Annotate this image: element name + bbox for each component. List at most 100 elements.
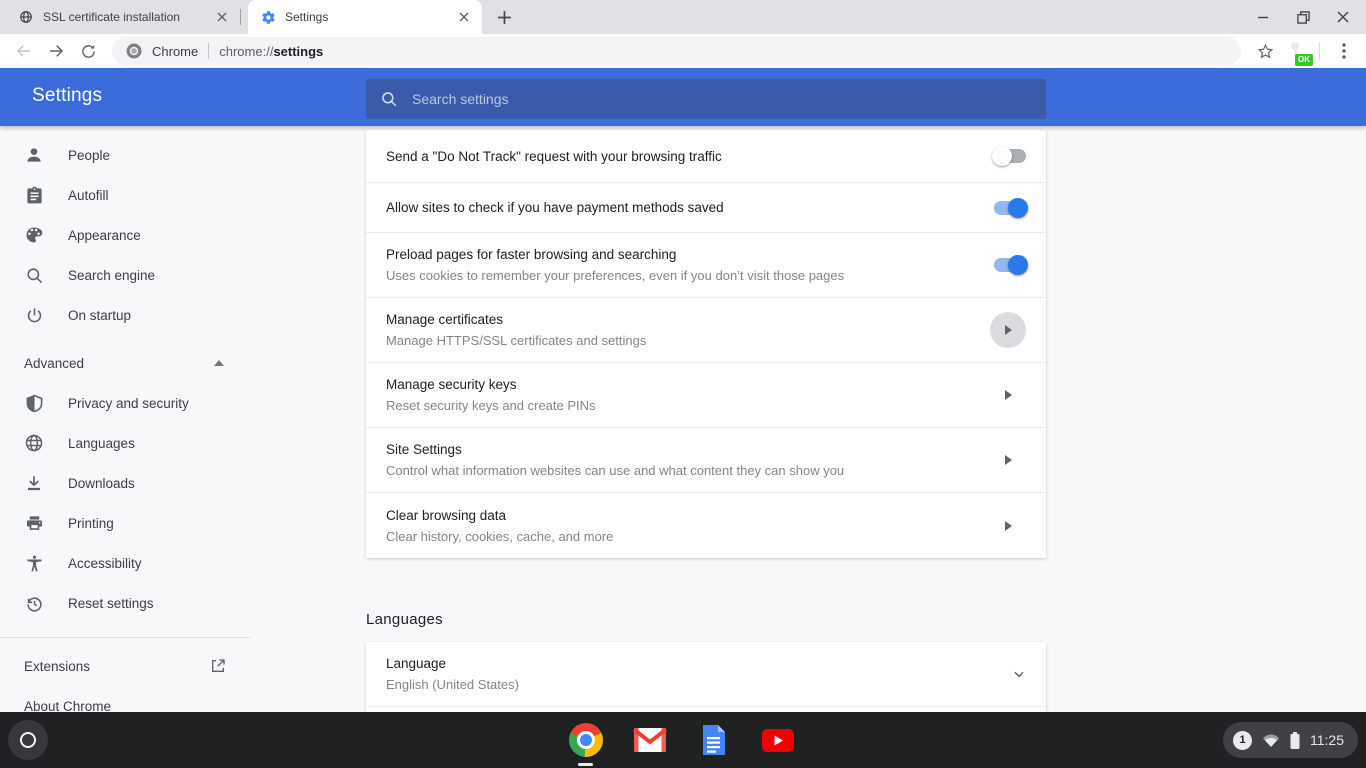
sidebar-item-languages[interactable]: Languages [0, 423, 250, 463]
url-brand: Chrome [152, 44, 198, 59]
advanced-label: Advanced [24, 356, 84, 371]
youtube-app-icon[interactable] [760, 722, 796, 758]
settings-sidebar: People Autofill Appearance Search engine [0, 126, 250, 712]
sidebar-item-label: Appearance [68, 228, 141, 243]
sidebar-item-label: On startup [68, 308, 131, 323]
sidebar-item-about-chrome[interactable]: About Chrome [0, 686, 250, 712]
sidebar-divider [0, 637, 250, 638]
row-subtitle: English (United States) [386, 677, 992, 692]
sidebar-item-autofill[interactable]: Autofill [0, 175, 250, 215]
notification-count-badge: 1 [1233, 731, 1252, 750]
toolbar-separator [1319, 42, 1320, 60]
clipboard-icon [22, 186, 46, 205]
google-docs-app-icon[interactable] [696, 722, 732, 758]
minimize-icon[interactable] [1250, 4, 1276, 30]
browser-menu-icon[interactable] [1330, 37, 1358, 65]
sidebar-item-label: Reset settings [68, 596, 154, 611]
subpage-arrow-icon[interactable] [1005, 455, 1012, 465]
chrome-logo-icon [126, 43, 142, 59]
sidebar-item-accessibility[interactable]: Accessibility [0, 543, 250, 583]
row-payment-methods[interactable]: Allow sites to check if you have payment… [366, 183, 1046, 233]
search-placeholder: Search settings [412, 91, 509, 107]
row-manage-certificates[interactable]: Manage certificates Manage HTTPS/SSL cer… [366, 298, 1046, 363]
back-icon[interactable] [10, 37, 38, 65]
reload-icon[interactable] [74, 37, 102, 65]
chromeos-screen: SSL certificate installation Settings [0, 0, 1366, 768]
row-language[interactable]: Language English (United States) [366, 642, 1046, 707]
globe-icon [18, 9, 34, 25]
url-separator [208, 43, 209, 59]
status-tray[interactable]: 1 11:25 [1223, 722, 1358, 758]
palette-icon [22, 225, 46, 245]
forward-icon[interactable] [42, 37, 70, 65]
subpage-arrow-icon[interactable] [1005, 390, 1012, 400]
row-subtitle: Clear history, cookies, cache, and more [386, 529, 970, 544]
profile-avatar[interactable]: OK [1285, 39, 1309, 63]
sidebar-item-extensions[interactable]: Extensions [0, 646, 250, 686]
new-tab-button[interactable] [490, 3, 518, 31]
row-manage-security-keys[interactable]: Manage security keys Reset security keys… [366, 363, 1046, 428]
sidebar-item-people[interactable]: People [0, 135, 250, 175]
sidebar-item-privacy-security[interactable]: Privacy and security [0, 383, 250, 423]
sidebar-item-search-engine[interactable]: Search engine [0, 255, 250, 295]
tab-ssl-certificate-installation[interactable]: SSL certificate installation [6, 0, 240, 34]
settings-body: People Autofill Appearance Search engine [0, 126, 1366, 712]
sidebar-item-label: People [68, 148, 110, 163]
sidebar-item-printing[interactable]: Printing [0, 503, 250, 543]
open-in-new-icon [210, 658, 226, 674]
row-subtitle: Control what information websites can us… [386, 463, 970, 478]
sidebar-item-on-startup[interactable]: On startup [0, 295, 250, 335]
focus-ripple [990, 312, 1026, 348]
chevron-down-icon[interactable] [1012, 667, 1026, 681]
do-not-track-toggle[interactable] [994, 149, 1026, 163]
address-bar[interactable]: Chrome chrome://settings [112, 37, 1241, 65]
row-do-not-track[interactable]: Send a "Do Not Track" request with your … [366, 130, 1046, 183]
tab-title: Settings [285, 10, 456, 24]
tab-settings[interactable]: Settings [248, 0, 482, 34]
payment-methods-toggle[interactable] [994, 201, 1026, 215]
chrome-app-icon[interactable] [568, 722, 604, 758]
launcher-button[interactable] [8, 720, 48, 760]
row-title: Preload pages for faster browsing and se… [386, 247, 974, 262]
sidebar-item-label: Accessibility [68, 556, 142, 571]
accessibility-icon [22, 554, 46, 573]
subpage-arrow-icon[interactable] [1005, 521, 1012, 531]
close-icon[interactable] [1330, 4, 1356, 30]
subpage-arrow-icon[interactable] [1005, 325, 1012, 335]
sidebar-item-appearance[interactable]: Appearance [0, 215, 250, 255]
row-preload-pages[interactable]: Preload pages for faster browsing and se… [366, 233, 1046, 298]
power-icon [22, 306, 46, 325]
row-clear-browsing-data[interactable]: Clear browsing data Clear history, cooki… [366, 493, 1046, 558]
row-subtitle: Reset security keys and create PINs [386, 398, 970, 413]
row-title: Language [386, 656, 992, 671]
sidebar-item-downloads[interactable]: Downloads [0, 463, 250, 503]
tab-close-icon[interactable] [456, 9, 472, 25]
tab-close-icon[interactable] [214, 9, 230, 25]
sidebar-advanced-toggle[interactable]: Advanced [0, 343, 250, 383]
browser-toolbar: Chrome chrome://settings OK [0, 34, 1366, 68]
row-title: Clear browsing data [386, 508, 970, 523]
clock: 11:25 [1310, 732, 1344, 748]
profile-ok-badge: OK [1295, 54, 1313, 66]
row-title: Send a "Do Not Track" request with your … [386, 149, 974, 164]
shelf-apps [568, 712, 796, 768]
gear-icon [260, 9, 276, 25]
languages-card: Language English (United States) Spell c… [366, 642, 1046, 712]
row-title: Manage security keys [386, 377, 970, 392]
restore-icon[interactable] [1290, 4, 1316, 30]
row-site-settings[interactable]: Site Settings Control what information w… [366, 428, 1046, 493]
sidebar-item-label: Downloads [68, 476, 135, 491]
tab-separator [240, 9, 241, 25]
window-controls [1250, 0, 1366, 34]
privacy-settings-card: Send a "Do Not Track" request with your … [366, 130, 1046, 558]
shelf: 1 11:25 [0, 712, 1366, 768]
search-settings-input[interactable]: Search settings [366, 79, 1046, 119]
search-icon [380, 90, 398, 108]
wifi-icon [1262, 733, 1280, 748]
preload-pages-toggle[interactable] [994, 258, 1026, 272]
sidebar-item-reset-settings[interactable]: Reset settings [0, 583, 250, 623]
tab-strip: SSL certificate installation Settings [0, 0, 1366, 34]
bookmark-star-icon[interactable] [1251, 37, 1279, 65]
gmail-app-icon[interactable] [632, 722, 668, 758]
url-scheme: chrome:// [219, 44, 273, 59]
